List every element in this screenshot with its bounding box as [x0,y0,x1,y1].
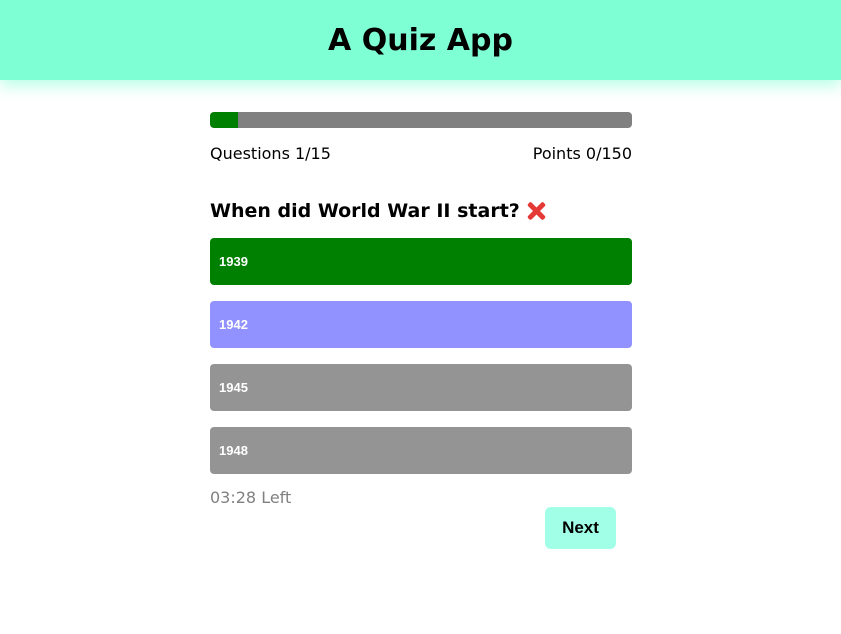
quiz-container: Questions 1/15 Points 0/150 When did Wor… [210,112,632,508]
time-remaining: 03:28 Left [210,488,292,507]
answer-option-1945[interactable]: 1945 [210,364,632,411]
question-heading: When did World War II start? [210,199,632,223]
app-title: A Quiz App [328,22,513,58]
quiz-stats: Questions 1/15 Points 0/150 [210,144,632,164]
app-header: A Quiz App [0,0,841,80]
answer-option-1948[interactable]: 1948 [210,427,632,474]
question-counter: Questions 1/15 [210,144,331,163]
cross-mark-icon [526,201,546,221]
points-counter: Points 0/150 [532,144,632,163]
answer-option-label: 1945 [219,380,248,395]
answer-option-1939[interactable]: 1939 [210,238,632,285]
answer-option-label: 1939 [219,254,248,269]
question-text: When did World War II start? [210,200,520,222]
answer-option-1942[interactable]: 1942 [210,301,632,348]
answer-option-label: 1942 [219,317,248,332]
progress-bar [210,112,632,128]
progress-bar-fill [210,112,239,128]
answer-options: 1939 1942 1945 1948 [210,238,632,474]
answer-option-label: 1948 [219,443,248,458]
next-button[interactable]: Next [545,507,616,549]
